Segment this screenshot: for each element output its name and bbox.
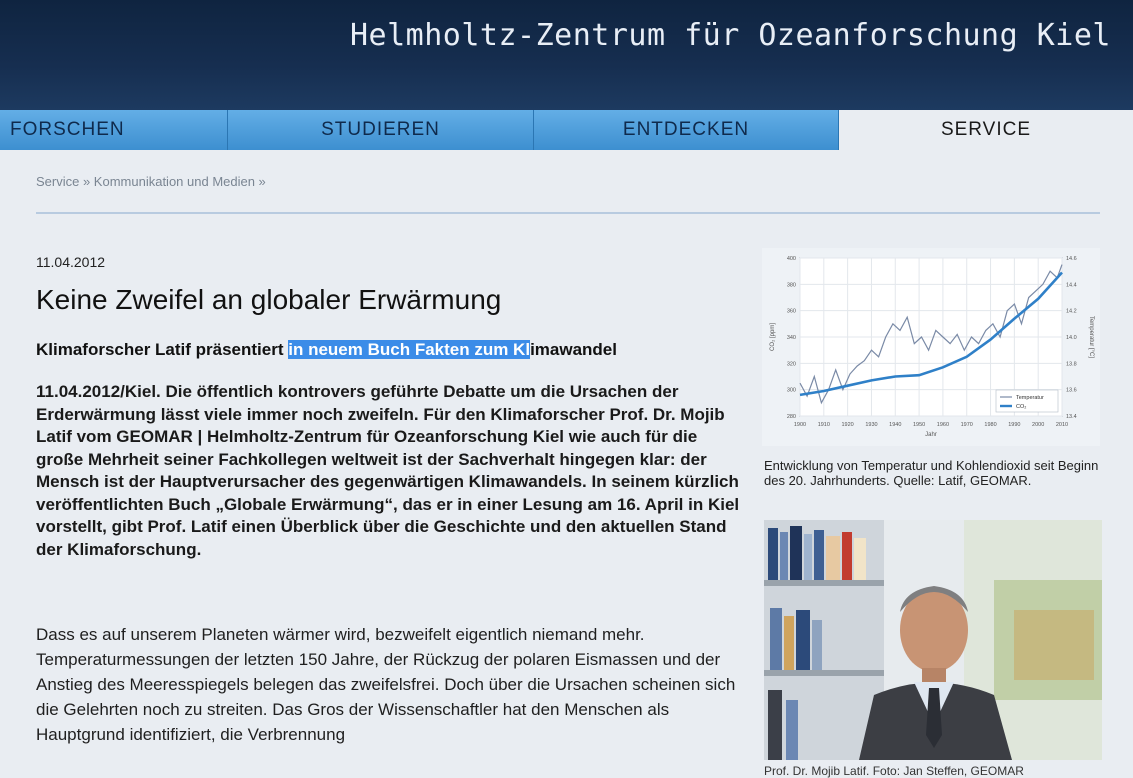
y-left-tick-label: 300 [787, 388, 796, 394]
y-right-tick-label: 14.6 [1066, 256, 1077, 262]
x-tick-label: 2010 [1056, 422, 1068, 428]
x-axis-label: Jahr [925, 432, 937, 438]
y-right-tick-label: 13.6 [1066, 388, 1077, 394]
chart-caption: Entwicklung von Temperatur und Kohlendio… [764, 458, 1099, 488]
nav-item-entdecken[interactable]: ENTDECKEN [534, 110, 839, 150]
x-tick-label: 1960 [937, 422, 949, 428]
y-right-tick-label: 13.8 [1066, 361, 1077, 367]
y-left-tick-label: 320 [787, 361, 796, 367]
x-tick-label: 1930 [865, 422, 877, 428]
article-headline: Keine Zweifel an globaler Erwärmung [36, 284, 502, 315]
subline-text: Klimaforscher Latif präsentiert [36, 340, 289, 359]
divider [36, 212, 1100, 214]
site-title: Helmholtz-Zentrum für Ozeanforschung Kie… [349, 18, 1111, 53]
x-tick-label: 2000 [1032, 422, 1044, 428]
climate-chart[interactable]: 1900 1910 1920 1930 1940 1950 1960 1970 1980 1990… [762, 248, 1100, 446]
x-tick-label: 1950 [913, 422, 925, 428]
chart-svg: 1900 1910 1920 1930 1940 1950 1960 1970 1980 1990… [770, 256, 1094, 438]
x-tick-label: 1910 [818, 422, 830, 428]
legend-box [995, 389, 1059, 413]
y-right-tick-label: 14.0 [1066, 335, 1077, 341]
nav-item-service[interactable]: SERVICE [839, 110, 1133, 150]
nav-item-forschen[interactable]: FORSCHEN [0, 110, 228, 150]
x-tick-label: 1970 [961, 422, 973, 428]
y-right-axis-label: Temperatur [°C] [1088, 316, 1094, 358]
portrait-image [764, 520, 1102, 760]
legend-label: Temperatur [1016, 395, 1044, 401]
text-selection: in neuem Buch Fakten zum Kl [288, 340, 531, 359]
x-tick-label: 1990 [1008, 422, 1020, 428]
article-subline: Klimaforscher Latif präsentiert in neuem… [36, 340, 617, 360]
y-right-tick-label: 14.4 [1066, 282, 1077, 288]
y-left-tick-label: 280 [787, 414, 796, 420]
x-tick-label: 1920 [842, 422, 854, 428]
breadcrumb[interactable]: Service » Kommunikation und Medien » [36, 174, 266, 189]
site-header: Helmholtz-Zentrum für Ozeanforschung Kie… [0, 0, 1133, 110]
article-lead: 11.04.2012/Kiel. Die öffentlich kontrove… [36, 382, 740, 559]
article-date: 11.04.2012 [36, 254, 106, 270]
article-body: Dass es auf unserem Planeten wärmer wird… [36, 625, 736, 744]
y-left-tick-label: 380 [787, 282, 796, 288]
subline-text-end: imawandel [530, 340, 617, 359]
portrait-photo[interactable] [764, 520, 1102, 760]
y-left-tick-label: 340 [787, 335, 796, 341]
legend-label: CO₂ [1016, 404, 1026, 410]
y-left-tick-label: 360 [787, 309, 796, 315]
main-nav: FORSCHEN STUDIEREN ENTDECKEN SERVICE [0, 110, 1133, 150]
x-tick-label: 1940 [889, 422, 901, 428]
y-right-tick-label: 14.2 [1066, 309, 1077, 315]
nav-item-studieren[interactable]: STUDIEREN [228, 110, 534, 150]
x-tick-label: 1900 [794, 422, 806, 428]
y-left-tick-label: 400 [787, 256, 796, 262]
y-right-tick-label: 13.4 [1066, 414, 1077, 420]
x-tick-label: 1980 [984, 422, 996, 428]
y-left-axis-label: CO₂ [ppm] [770, 323, 776, 351]
